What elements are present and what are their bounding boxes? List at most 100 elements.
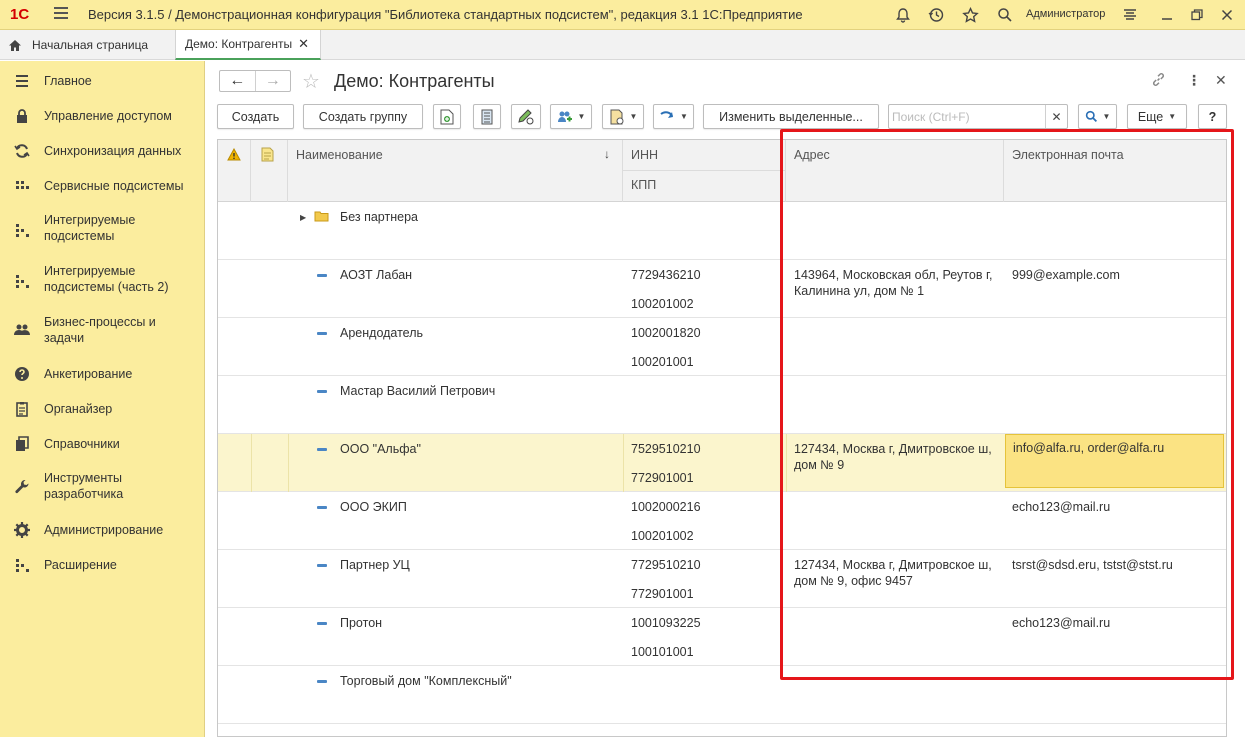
- row-name: Арендодатель: [340, 326, 424, 340]
- more-button[interactable]: Еще ▼: [1127, 104, 1187, 129]
- wrench-icon: [15, 479, 29, 494]
- sidebar-item-dev-tools[interactable]: Инструменты разработчика: [0, 469, 205, 505]
- row-inn: 1001093225: [631, 616, 701, 630]
- cell-inn-kpp: 1001093225 100101001: [623, 608, 786, 666]
- clear-search-icon[interactable]: ✕: [1045, 105, 1067, 128]
- current-user[interactable]: Администратор: [1026, 8, 1105, 20]
- row-kpp: 772901001: [631, 471, 694, 485]
- sidebar-item-business-processes[interactable]: Бизнес-процессы и задачи: [0, 313, 205, 349]
- header-divider: [623, 170, 785, 171]
- item-marker-icon: [317, 390, 327, 393]
- cell-inn-kpp: 7529510210 772901001: [623, 434, 786, 492]
- cell-name: Протон: [218, 608, 623, 666]
- sidebar-item-organizer[interactable]: Органайзер: [0, 399, 205, 419]
- row-kpp: 100201001: [631, 355, 694, 369]
- close-icon[interactable]: [1217, 5, 1237, 25]
- go-to-button[interactable]: ▼: [653, 104, 694, 129]
- item-marker-icon: [317, 506, 327, 509]
- grid-icon: [16, 224, 29, 237]
- grid-icon: [16, 275, 29, 288]
- sidebar-item-access[interactable]: Управление доступом: [0, 106, 205, 126]
- more-vertical-icon[interactable]: ⋮: [1187, 72, 1201, 89]
- create-group-button[interactable]: Создать группу: [303, 104, 423, 129]
- header-inn-label: ИНН: [631, 148, 659, 162]
- search-input[interactable]: [889, 105, 1045, 128]
- lock-icon: [17, 109, 27, 123]
- header-note-column[interactable]: [251, 140, 288, 202]
- grid-icon: [16, 181, 29, 189]
- row-inn: 7529510210: [631, 442, 701, 456]
- search-icon: [1085, 110, 1097, 123]
- sidebar-item-label: Интегрируемые подсистемы (часть 2): [44, 264, 169, 294]
- sidebar-item-label: Интегрируемые подсистемы: [44, 213, 136, 243]
- header-name[interactable]: Наименование ↓: [288, 140, 623, 202]
- sections-sidebar: Главное Управление доступом Синхронизаци…: [0, 61, 205, 737]
- restore-icon[interactable]: [1187, 5, 1207, 25]
- sidebar-item-extension[interactable]: Расширение: [0, 555, 205, 575]
- sidebar-item-main[interactable]: Главное: [0, 71, 205, 91]
- sidebar-item-sync[interactable]: Синхронизация данных: [0, 141, 205, 161]
- history-icon[interactable]: [926, 5, 946, 25]
- edit-selected-button[interactable]: Изменить выделенные...: [703, 104, 879, 129]
- cell-name: Партнер УЦ: [218, 550, 623, 608]
- forward-arrow-icon[interactable]: →: [254, 71, 291, 91]
- favorite-star-icon[interactable]: ☆: [302, 69, 320, 94]
- row-kpp: 100101001: [631, 645, 694, 659]
- users-button[interactable]: ▼: [550, 104, 592, 129]
- back-arrow-icon[interactable]: ←: [220, 71, 255, 91]
- row-inn: 7729436210: [631, 268, 701, 282]
- tab-home[interactable]: Начальная страница: [8, 30, 148, 60]
- list-button[interactable]: [473, 104, 501, 129]
- cell-name: АОЗТ Лабан: [218, 260, 623, 318]
- warning-icon: [227, 148, 241, 161]
- create-group-button-label: Создать группу: [318, 109, 408, 124]
- cell-inn-kpp: 7729510210 772901001: [623, 550, 786, 608]
- clipboard-icon: [16, 402, 28, 417]
- highlight-box: [780, 129, 1234, 680]
- page-title: Демо: Контрагенты: [334, 71, 495, 91]
- create-button[interactable]: Создать: [217, 104, 294, 129]
- sidebar-item-label: Органайзер: [44, 402, 113, 416]
- search-button[interactable]: ▼: [1078, 104, 1117, 129]
- chevron-down-icon: ▼: [629, 112, 638, 121]
- form-close-icon[interactable]: ✕: [1215, 72, 1227, 89]
- sidebar-item-administration[interactable]: Администрирование: [0, 520, 205, 540]
- settings-menu-icon[interactable]: [1120, 5, 1140, 25]
- expand-arrow-icon[interactable]: ▶: [300, 210, 306, 226]
- bell-icon[interactable]: [893, 5, 913, 25]
- edit-button[interactable]: [511, 104, 541, 129]
- sidebar-item-integrated-2[interactable]: Интегрируемые подсистемы (часть 2): [0, 262, 205, 298]
- sidebar-item-integrated[interactable]: Интегрируемые подсистемы: [0, 211, 205, 247]
- home-icon: [9, 39, 21, 51]
- sidebar-item-label: Инструменты разработчика: [44, 471, 124, 501]
- title-bar: 1С Версия 3.1.5 / Демонстрационная конфи…: [0, 0, 1245, 30]
- link-icon[interactable]: [1151, 72, 1166, 90]
- copy-button[interactable]: [433, 104, 461, 129]
- favorites-star-icon[interactable]: [960, 5, 980, 25]
- minimize-icon[interactable]: [1157, 5, 1177, 25]
- chevron-down-icon: ▼: [1168, 112, 1177, 121]
- search-icon[interactable]: [995, 5, 1015, 25]
- note-icon: [261, 147, 274, 162]
- cell-name: Мастар Василий Петрович: [218, 376, 623, 434]
- cell-inn-kpp: 7729436210 100201002: [623, 260, 786, 318]
- item-marker-icon: [317, 564, 327, 567]
- cell-name: ООО "Альфа": [218, 434, 623, 492]
- item-marker-icon: [317, 448, 327, 451]
- sidebar-item-surveys[interactable]: Анкетирование: [0, 364, 205, 384]
- header-inn[interactable]: ИНН КПП: [623, 140, 786, 202]
- gear-icon: [14, 522, 30, 538]
- sidebar-item-label: Синхронизация данных: [44, 144, 182, 158]
- tab-counterparties[interactable]: Демо: Контрагенты ✕: [175, 30, 321, 60]
- help-button[interactable]: ?: [1198, 104, 1227, 129]
- sidebar-item-catalogs[interactable]: Справочники: [0, 434, 205, 454]
- copy-icon: [440, 109, 454, 124]
- edit-selected-label: Изменить выделенные...: [719, 109, 863, 124]
- books-icon: [16, 436, 29, 451]
- sidebar-item-service[interactable]: Сервисные подсистемы: [0, 176, 205, 196]
- header-warning-column[interactable]: [218, 140, 251, 202]
- tab-close-icon[interactable]: ✕: [298, 36, 309, 52]
- row-name: Партнер УЦ: [340, 558, 410, 572]
- document-settings-button[interactable]: ▼: [602, 104, 644, 129]
- main-menu-icon[interactable]: [54, 7, 68, 20]
